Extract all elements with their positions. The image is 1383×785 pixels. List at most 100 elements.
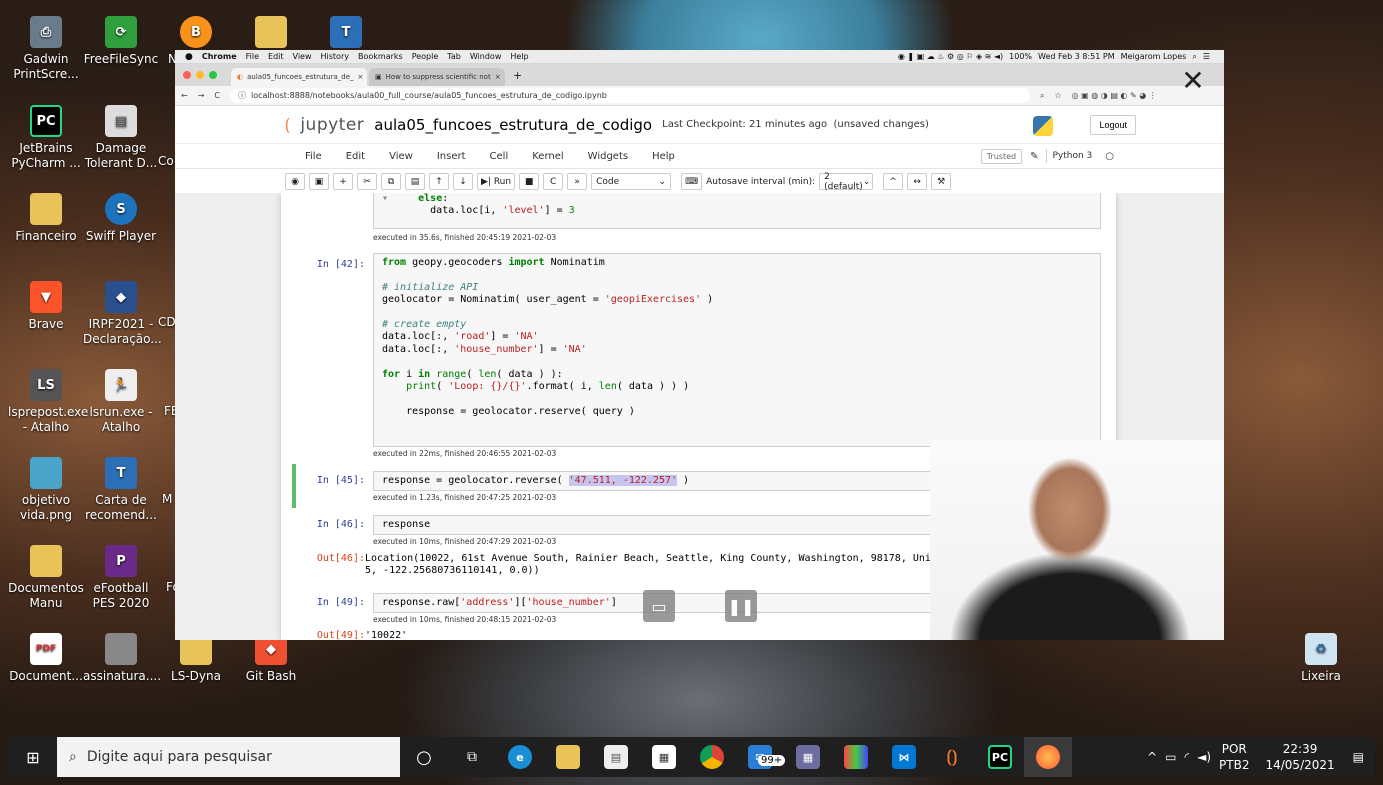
desktop-icon-gadwin[interactable]: ⎙ Gadwin PrintScre... xyxy=(8,16,84,82)
taskbar-app[interactable] xyxy=(832,737,880,777)
desktop-icon-carta[interactable]: T Carta de recomend... xyxy=(83,457,159,523)
taskbar-notes[interactable]: ▤ xyxy=(592,737,640,777)
code-cell[interactable]: ▾ else: data.loc[i, 'level'] = 3 execute… xyxy=(287,193,1101,245)
notebook-name[interactable]: aula05_funcoes_estrutura_de_codigo xyxy=(374,116,652,134)
zoom-icon[interactable]: ⌕ xyxy=(1040,91,1044,101)
tools-button[interactable]: ⚒ xyxy=(931,173,952,190)
taskbar-firefox[interactable] xyxy=(1024,737,1072,777)
desktop-icon-lsrun[interactable]: 🏃 lsrun.exe - Atalho xyxy=(83,369,159,435)
tab-jupyter[interactable]: ◐ aula05_funcoes_estrutura_de_ × xyxy=(231,68,367,86)
menu-view[interactable]: View xyxy=(377,151,425,162)
trusted-badge[interactable]: Trusted xyxy=(980,148,1023,164)
url-field[interactable]: ⓘ localhost:8888/notebooks/aula00_full_c… xyxy=(230,88,1030,103)
taskbar-mail[interactable]: ✉99+ xyxy=(736,737,786,777)
new-tab-button[interactable]: + xyxy=(513,69,522,82)
desktop-icon-gitbash[interactable]: ◆ Git Bash xyxy=(233,633,309,684)
minimize-window-button[interactable] xyxy=(196,71,204,79)
menu-help[interactable]: Help xyxy=(640,151,687,162)
cell-type-select[interactable]: Code ⌄ xyxy=(591,173,672,190)
desktop-icon-lsprepost[interactable]: LS lsprepost.exe - Atalho xyxy=(8,369,88,435)
run-button[interactable]: ▶| Run xyxy=(477,173,516,190)
menubar-app[interactable]: Chrome xyxy=(202,52,237,61)
taskbar-pycharm[interactable]: PC xyxy=(976,737,1024,777)
menu-widgets[interactable]: Widgets xyxy=(576,151,640,162)
desktop-icon-text-top[interactable]: T xyxy=(308,16,384,52)
taskbar-search[interactable]: ⌕ Digite aqui para pesquisar xyxy=(57,737,400,777)
move-up-button[interactable]: ↑ xyxy=(429,173,449,190)
menubar-user[interactable]: Meigarom Lopes xyxy=(1121,52,1187,62)
desktop-icon-damage[interactable]: ▤ Damage Tolerant D... xyxy=(83,105,159,171)
tab-close-icon[interactable]: × xyxy=(358,73,364,81)
desktop-icon-objetivo[interactable]: objetivo vida.png xyxy=(8,457,84,523)
save-button[interactable]: ◉ xyxy=(285,173,305,190)
clock[interactable]: 22:39 14/05/2021 xyxy=(1265,741,1334,773)
search-icon[interactable]: ⌕ xyxy=(1192,52,1196,62)
cortana-button[interactable]: ○ xyxy=(400,737,448,777)
screen-share-button[interactable]: ▭ xyxy=(643,590,675,622)
paste-button[interactable]: ▤ xyxy=(405,173,425,190)
desktop-icon-irpf[interactable]: ◆ IRPF2021 - Declaração... xyxy=(83,281,162,347)
desktop-icon-brave[interactable]: ▼ Brave xyxy=(8,281,84,332)
notifications-icon[interactable]: ▤ xyxy=(1353,750,1364,764)
menubar-edit[interactable]: Edit xyxy=(268,52,284,61)
cell-code[interactable]: from geopy.geocoders import Nominatim # … xyxy=(373,253,1101,447)
menubar-history[interactable]: History xyxy=(321,52,349,61)
taskbar-explorer[interactable] xyxy=(544,737,592,777)
apple-icon[interactable]: ● xyxy=(185,52,193,62)
desktop-icon-partial[interactable]: M xyxy=(162,492,176,507)
collapse-button[interactable]: ^ xyxy=(883,173,904,190)
menu-list-icon[interactable]: ☰ xyxy=(1203,52,1210,62)
task-view-button[interactable]: ⧉ xyxy=(448,737,496,777)
taskbar-calendar[interactable]: ▦ xyxy=(784,737,832,777)
menu-edit[interactable]: Edit xyxy=(334,151,377,162)
menu-insert[interactable]: Insert xyxy=(425,151,478,162)
checkpoint-button[interactable]: ▣ xyxy=(309,173,329,190)
close-icon[interactable]: ✕ xyxy=(1178,66,1208,96)
desktop-icon-lsdyna[interactable]: LS-Dyna xyxy=(158,633,234,684)
language-indicator[interactable]: POR PTB2 xyxy=(1219,741,1249,773)
menubar-people[interactable]: People xyxy=(412,52,439,61)
taskbar-store[interactable]: ▦ xyxy=(640,737,688,777)
tab-stackoverflow[interactable]: ▣ How to suppress scientific not × xyxy=(369,68,505,86)
bookmark-star-icon[interactable]: ☆ xyxy=(1054,91,1061,100)
cell-code[interactable]: ▾ else: data.loc[i, 'level'] = 3 xyxy=(373,193,1101,229)
insert-cell-button[interactable]: + xyxy=(333,173,353,190)
menubar-view[interactable]: View xyxy=(293,52,312,61)
wifi-icon[interactable]: ◜ xyxy=(1184,750,1189,764)
desktop-icon-pdf-document[interactable]: PDF Document... xyxy=(8,633,84,684)
menubar-help[interactable]: Help xyxy=(510,52,528,61)
close-window-button[interactable] xyxy=(183,71,191,79)
desktop-icon-financeiro[interactable]: Financeiro xyxy=(8,193,84,244)
desktop-icon-pycharm[interactable]: PC JetBrains PyCharm ... xyxy=(8,105,84,171)
jupyter-logo[interactable]: jupyter xyxy=(300,115,364,135)
desktop-icon-swiff[interactable]: S Swiff Player xyxy=(83,193,159,244)
desktop-icon-pes[interactable]: P eFootball PES 2020 xyxy=(83,545,159,611)
restart-button[interactable]: C xyxy=(543,173,564,190)
tab-close-icon[interactable]: × xyxy=(495,73,501,81)
interrupt-button[interactable]: ■ xyxy=(519,173,540,190)
move-down-button[interactable]: ↓ xyxy=(453,173,473,190)
desktop-icon-lixeira[interactable]: ♻ Lixeira xyxy=(1283,633,1359,684)
taskbar-chrome[interactable] xyxy=(688,737,736,777)
desktop-icon-assinatura[interactable]: assinatura.... xyxy=(83,633,161,684)
volume-icon[interactable]: ◄) xyxy=(1197,750,1211,764)
menubar-tab[interactable]: Tab xyxy=(447,52,461,61)
extension-icons[interactable]: ◎ ▣ ◍ ◑ ▤ ◐ ✎ ◕ ⋮ xyxy=(1072,91,1157,100)
restart-run-all-button[interactable]: » xyxy=(567,173,588,190)
zoom-window-button[interactable] xyxy=(209,71,217,79)
start-button[interactable]: ⊞ xyxy=(9,737,57,777)
jupyter-logo-icon[interactable]: ⟮ xyxy=(285,115,290,135)
back-icon[interactable]: ← xyxy=(181,91,188,100)
desktop-icon-bitcoin[interactable]: B xyxy=(158,16,234,52)
menubar-file[interactable]: File xyxy=(246,52,259,61)
menubar-bookmarks[interactable]: Bookmarks xyxy=(358,52,403,61)
forward-icon[interactable]: → xyxy=(198,91,205,100)
autosave-select[interactable]: 2 (default) ⌄ xyxy=(819,172,874,192)
menubar-window[interactable]: Window xyxy=(470,52,502,61)
menu-file[interactable]: File xyxy=(293,151,334,162)
desktop-icon-folder-top[interactable] xyxy=(233,16,309,52)
expand-width-button[interactable]: ↔ xyxy=(907,173,928,190)
cut-button[interactable]: ✂ xyxy=(357,173,377,190)
menu-cell[interactable]: Cell xyxy=(478,151,521,162)
taskbar-vscode[interactable]: ⋈ xyxy=(880,737,928,777)
